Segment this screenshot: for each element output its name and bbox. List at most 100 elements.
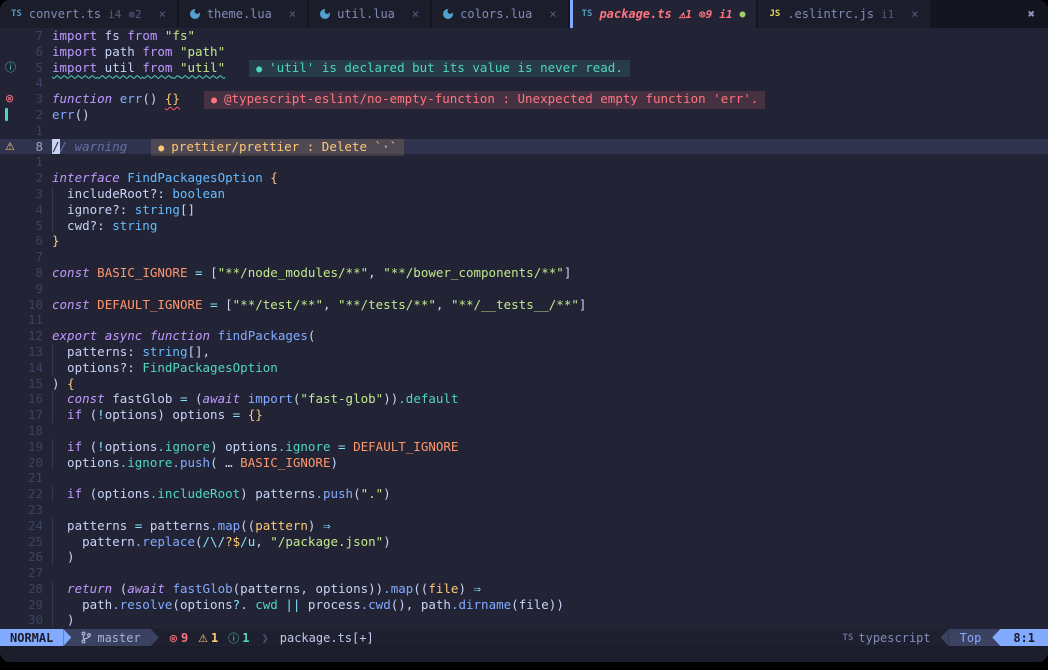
code-line[interactable]: 30 ) <box>0 612 1048 628</box>
line-number: 26 <box>20 549 52 565</box>
tab-theme.lua[interactable]: theme.lua× <box>179 0 307 28</box>
code-token: { <box>67 376 75 391</box>
tab-util.lua[interactable]: util.lua× <box>309 0 430 28</box>
tab-package.ts[interactable]: TSpackage.ts⚠1⊗9i1● <box>570 0 757 28</box>
close-tab-icon[interactable]: × <box>549 7 556 21</box>
close-tab-icon[interactable]: × <box>911 7 918 21</box>
code-token <box>203 297 211 312</box>
code-token <box>346 439 354 454</box>
code-line[interactable]: 14 options?: FindPackagesOption <box>0 360 1048 376</box>
close-tab-icon[interactable]: × <box>289 7 296 21</box>
code-text: ) { <box>52 376 75 392</box>
code-token: {} <box>248 407 263 422</box>
line-number: 30 <box>20 612 52 628</box>
code-text: export async function findPackages( <box>52 328 315 344</box>
code-token: (), path <box>391 597 451 612</box>
code-token: "**/test/**" <box>233 297 323 312</box>
code-line[interactable]: 16 const fastGlob = (await import("fast-… <box>0 391 1048 407</box>
code-line[interactable]: 10const DEFAULT_IGNORE = ["**/test/**", … <box>0 297 1048 313</box>
git-branch-icon <box>81 631 91 644</box>
code-token: interface <box>52 170 120 185</box>
code-token: ) <box>60 549 75 564</box>
code-text: options?: FindPackagesOption <box>52 360 278 376</box>
gutter-sign <box>0 581 20 597</box>
code-token: ( <box>82 407 97 422</box>
git-branch[interactable]: master <box>71 629 150 646</box>
code-token: / warning <box>60 139 128 154</box>
code-text: options.ignore.push( … BASIC_IGNORE) <box>52 455 338 471</box>
code-line[interactable]: 4 ignore?: string[] <box>0 202 1048 218</box>
gutter-sign <box>0 534 20 550</box>
code-token: (options <box>172 597 232 612</box>
command-line[interactable] <box>0 646 1048 662</box>
tab-colors.lua[interactable]: colors.lua× <box>432 0 567 28</box>
code-line[interactable]: ⚠8// warning●prettier/prettier : Delete … <box>0 139 1048 155</box>
code-line[interactable]: 8const BASIC_IGNORE = ["**/node_modules/… <box>0 265 1048 281</box>
close-all-icon[interactable]: ✖ <box>1015 0 1048 28</box>
code-line[interactable]: 6} <box>0 233 1048 249</box>
code-line[interactable]: 26 ) <box>0 549 1048 565</box>
code-line[interactable]: 7import fs from "fs" <box>0 28 1048 44</box>
code-text: interface FindPackagesOption { <box>52 170 278 186</box>
statusline-diagnostics: ⊗9⚠1ⓘ1 <box>159 629 260 646</box>
indent-guide <box>52 202 60 218</box>
gutter-sign <box>0 154 20 170</box>
statusline: NORMAL master ⊗9⚠1ⓘ1 ❯ package.ts[+] T <box>0 629 1048 646</box>
code-token: import <box>52 60 97 75</box>
code-token: options?: <box>60 360 143 375</box>
code-line[interactable]: 27 <box>0 565 1048 581</box>
gutter-sign <box>0 218 20 234</box>
code-token: ( <box>187 391 202 406</box>
code-token: ignore?: <box>60 202 135 217</box>
close-tab-icon[interactable]: × <box>412 7 419 21</box>
code-token: if <box>67 439 82 454</box>
code-line[interactable]: 19 if (!options.ignore) options.ignore =… <box>0 439 1048 455</box>
code-token: "/package.json" <box>270 534 383 549</box>
code-line[interactable]: 2err() <box>0 107 1048 123</box>
diagnostic-info-sign-icon: ⓘ <box>0 60 20 76</box>
code-line[interactable]: 23 <box>0 502 1048 518</box>
code-line[interactable]: ⊗3function err() {}●@typescript-eslint/n… <box>0 91 1048 107</box>
code-line[interactable]: 15) { <box>0 376 1048 392</box>
code-line[interactable]: 12export async function findPackages( <box>0 328 1048 344</box>
gutter-sign <box>0 423 20 439</box>
code-line[interactable]: 1 <box>0 154 1048 170</box>
code-line[interactable]: 18 <box>0 423 1048 439</box>
code-token: .resolve <box>112 597 172 612</box>
tab-.eslintrc.js[interactable]: JS.eslintrc.jsi1× <box>758 0 929 28</box>
code-line[interactable]: 24 patterns = patterns.map((pattern) ⇒ <box>0 518 1048 534</box>
code-editor[interactable]: 7import fs from "fs"6import path from "p… <box>0 28 1048 629</box>
tab-convert.ts[interactable]: TSconvert.tsi4⊗2× <box>0 0 177 28</box>
code-line[interactable]: 4 <box>0 75 1048 91</box>
code-line[interactable]: 20 options.ignore.push( … BASIC_IGNORE) <box>0 455 1048 471</box>
code-token: cwd?: <box>60 218 113 233</box>
code-line[interactable]: 6import path from "path" <box>0 44 1048 60</box>
code-line[interactable]: 13 patterns: string[], <box>0 344 1048 360</box>
indent-guide <box>52 455 60 471</box>
code-line[interactable]: 1 <box>0 123 1048 139</box>
code-line[interactable]: 28 return (await fastGlob(patterns, opti… <box>0 581 1048 597</box>
line-number: 4 <box>20 202 52 218</box>
code-line[interactable]: 25 pattern.replace(/\/?$/u, "/package.js… <box>0 534 1048 550</box>
diagnostic-bullet-icon: ● <box>211 95 217 106</box>
tab-diagnostic-info: i4 <box>108 8 121 21</box>
chevron-separator: ❯ <box>260 629 271 646</box>
close-tab-icon[interactable]: × <box>159 7 166 21</box>
gutter-sign <box>0 391 20 407</box>
code-line[interactable]: 29 path.resolve(options?. cwd || process… <box>0 597 1048 613</box>
code-line[interactable]: 9 <box>0 281 1048 297</box>
tab-diagnostic-info: i1 <box>881 8 894 21</box>
code-line[interactable]: 5 cwd?: string <box>0 218 1048 234</box>
code-line[interactable]: 11 <box>0 312 1048 328</box>
code-line[interactable]: 21 <box>0 470 1048 486</box>
code-line[interactable]: 17 if (!options) options = {} <box>0 407 1048 423</box>
code-line[interactable]: 22 if (options.includeRoot) patterns.pus… <box>0 486 1048 502</box>
code-token: , <box>323 297 338 312</box>
code-token: const <box>52 297 90 312</box>
code-line[interactable]: 3 includeRoot?: boolean <box>0 186 1048 202</box>
code-line[interactable]: 7 <box>0 249 1048 265</box>
code-line[interactable]: 2interface FindPackagesOption { <box>0 170 1048 186</box>
code-text: ignore?: string[] <box>52 202 195 218</box>
code-line[interactable]: ⓘ5import util from "util"●'util' is decl… <box>0 60 1048 76</box>
code-token: .replace <box>135 534 195 549</box>
